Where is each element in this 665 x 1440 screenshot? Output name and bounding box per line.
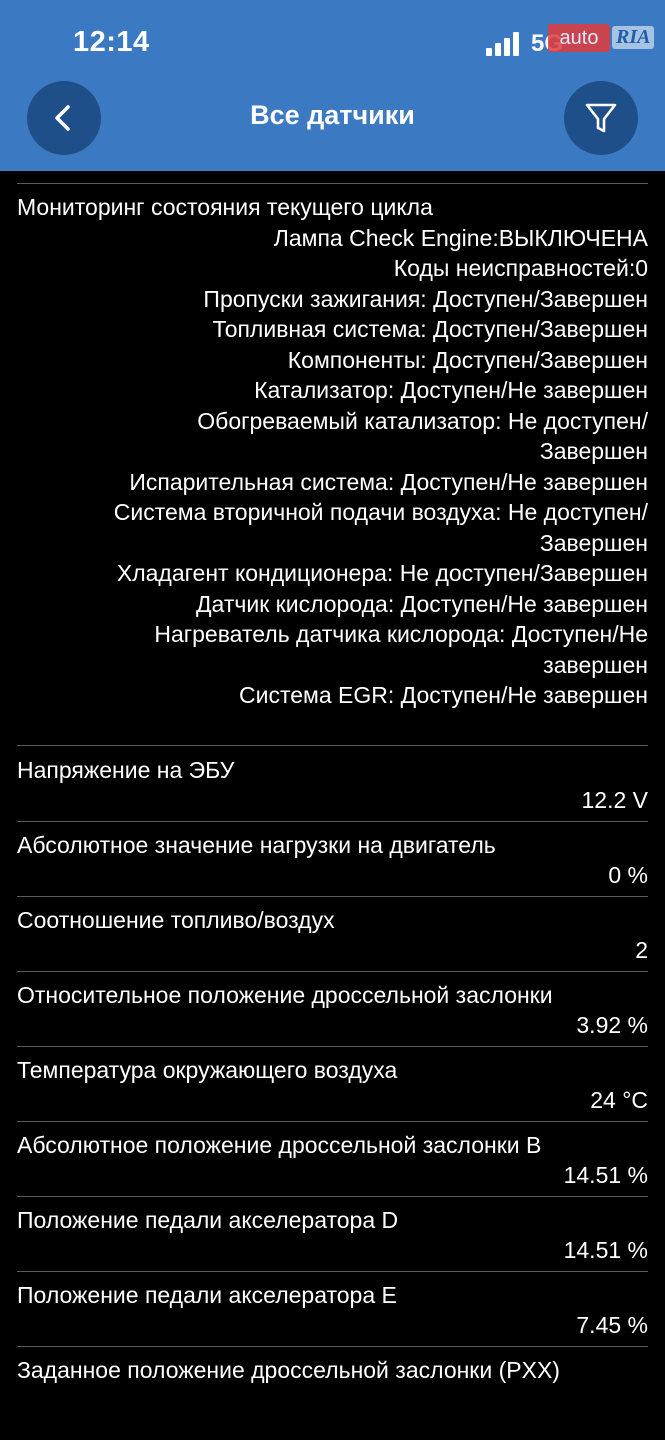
monitor-line: Катализатор: Доступен/Не завершен	[254, 377, 648, 403]
signal-icon	[486, 32, 522, 56]
monitor-line: Нагреватель датчика кислорода: Доступен/…	[154, 621, 648, 647]
filter-icon	[585, 103, 617, 133]
watermark: auto RIA	[548, 20, 660, 56]
sensor-label: Заданное положение дроссельной заслонки …	[17, 1357, 560, 1383]
divider	[17, 821, 648, 822]
monitor-line: Обогреваемый катализатор: Не доступен/	[197, 408, 648, 434]
sensor-label: Абсолютное значение нагрузки на двигател…	[17, 832, 496, 858]
monitor-line: Коды неисправностей:0	[393, 255, 648, 281]
sensor-label: Положение педали акселератора D	[17, 1207, 399, 1233]
monitor-line: Система EGR: Доступен/Не завершен	[238, 682, 648, 708]
sensor-label: Относительное положение дроссельной засл…	[17, 982, 553, 1008]
sensor-value: 7.45 %	[576, 1312, 648, 1338]
divider	[17, 1121, 648, 1122]
monitor-line: Лампа Check Engine:ВЫКЛЮЧЕНА	[273, 225, 648, 251]
divider	[17, 1271, 648, 1272]
divider	[17, 1196, 648, 1197]
monitor-line: Завершен	[539, 530, 648, 556]
sensor-label: Напряжение на ЭБУ	[17, 757, 235, 783]
monitor-line: Система вторичной подачи воздуха: Не дос…	[113, 499, 648, 525]
divider	[17, 745, 648, 746]
status-time: 12:14	[73, 26, 150, 58]
monitor-line: Хладагент кондиционера: Не доступен/Заве…	[116, 560, 648, 586]
sensor-value: 2	[635, 937, 648, 963]
monitor-line: Компоненты: Доступен/Завершен	[287, 347, 648, 373]
divider	[17, 1346, 648, 1347]
monitor-line: Испарительная система: Доступен/Не завер…	[129, 469, 648, 495]
watermark-ria: RIA	[612, 26, 655, 49]
sensor-value: 14.51 %	[563, 1237, 648, 1263]
sensor-label: Температура окружающего воздуха	[17, 1057, 398, 1083]
sensor-value: 12.2 V	[581, 787, 649, 813]
monitor-line: Топливная система: Доступен/Завершен	[212, 316, 648, 342]
app-header: 12:14 5G auto RIA Все датчики	[0, 0, 665, 171]
filter-button[interactable]	[564, 81, 638, 155]
sensor-value: 0 %	[608, 862, 648, 888]
monitor-line: завершен	[543, 652, 648, 678]
divider	[17, 1046, 648, 1047]
monitor-title: Мониторинг состояния текущего цикла	[17, 194, 433, 220]
sensor-label: Соотношение топливо/воздух	[17, 907, 335, 933]
monitor-line: Завершен	[539, 438, 648, 464]
watermark-auto: auto	[548, 24, 610, 52]
sensor-value: 24 °C	[590, 1087, 648, 1113]
sensor-label: Положение педали акселератора E	[17, 1282, 397, 1308]
monitor-line: Датчик кислорода: Доступен/Не завершен	[195, 591, 648, 617]
monitor-line: Пропуски зажигания: Доступен/Завершен	[203, 286, 648, 312]
divider	[17, 971, 648, 972]
divider	[17, 896, 648, 897]
sensor-label: Абсолютное положение дроссельной заслонк…	[17, 1132, 542, 1158]
sensor-value: 3.92 %	[576, 1012, 648, 1038]
sensor-value: 14.51 %	[563, 1162, 648, 1188]
divider	[17, 183, 648, 184]
